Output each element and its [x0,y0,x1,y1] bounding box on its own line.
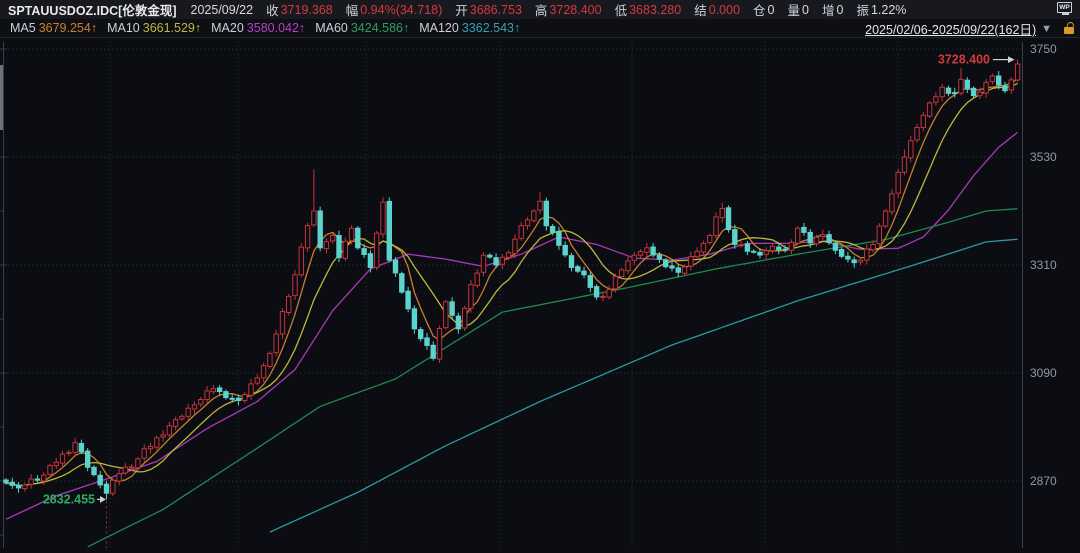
chevron-down-icon[interactable]: ▼ [1041,23,1052,35]
grid: 3750 3530 3310 3090 2870 [4,42,1057,548]
y-axis-label: 2870 [1030,474,1057,488]
ma60-legend: MA603424.586↑ [315,21,409,35]
ma10-legend: MA103661.529↑ [107,21,201,35]
quote-amplitude: 振1.22% [856,0,906,19]
trade-date: 2025/09/22 [191,3,254,17]
ma-line-MA10 [6,83,1018,485]
arrow-right-icon [100,496,106,503]
chart-area: 3750 3530 3310 3090 2870 3728.400 2832.455 [0,38,1080,548]
quote-header-bar: SPTAUUSDOZ.IDC[伦敦金现] 2025/09/22 收3719.36… [0,0,1080,19]
ma-line-MA120 [270,239,1018,532]
price-candlestick-chart[interactable]: 3750 3530 3310 3090 2870 3728.400 2832.455 [0,38,1080,548]
ma-line-MA60 [88,209,1018,547]
ma20-legend: MA203580.042↑ [211,21,305,35]
quote-open: 开3686.753 [455,0,522,19]
quote-volume: 量0 [788,0,809,19]
arrow-right-icon [1008,56,1015,63]
y-axis-label: 3090 [1030,366,1057,380]
unlock-icon[interactable] [1064,27,1074,34]
date-range-label[interactable]: 2025/02/06-2025/09/22(162日) [865,19,1036,38]
quote-settle: 结0.000 [694,0,740,19]
quote-change: 幅0.94%(34.718) [346,0,443,19]
period-high-label: 3728.400 [938,53,990,67]
period-low-label: 2832.455 [43,492,95,506]
ma-lines [6,79,1018,547]
ma-line-MA5 [6,79,1018,485]
quote-close: 收3719.368 [266,0,333,19]
quote-high: 高3728.400 [535,0,602,19]
symbol-title[interactable]: SPTAUUSDOZ.IDC[伦敦金现] [8,0,177,19]
y-axis-label: 3530 [1030,150,1057,164]
scrollbar-thumb[interactable] [0,65,3,130]
ma-line-MA20 [6,132,1018,519]
y-axis-label: 3750 [1030,42,1057,56]
annotations: 3728.400 2832.455 [43,53,1015,548]
ma5-legend: MA53679.254↑ [10,21,97,35]
quote-openinterest: 仓0 [753,0,774,19]
ma120-legend: MA1203362.543↑ [419,21,520,35]
y-axis-label: 3310 [1030,258,1057,272]
quote-increase: 增0 [822,0,843,19]
wp-monitor-icon[interactable]: WP [1057,2,1074,16]
quote-low: 低3683.280 [615,0,682,19]
date-range-control: 2025/02/06-2025/09/22(162日) ▼ [865,20,1052,37]
